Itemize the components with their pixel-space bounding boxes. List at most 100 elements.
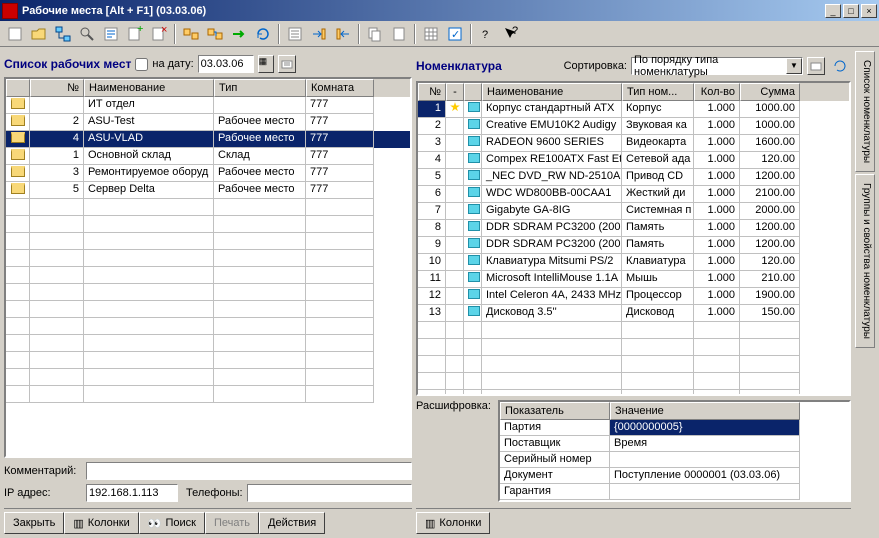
comment-input[interactable] [86,462,412,480]
chevron-down-icon[interactable]: ▼ [786,58,802,74]
table-row[interactable]: 1Корпус стандартный ATXКорпус1.0001000.0… [418,101,849,118]
table-row[interactable] [418,322,849,339]
detail-row[interactable]: ПоставщикВремя [500,436,849,452]
detail-row[interactable]: Серийный номер [500,452,849,468]
col-qty-r[interactable]: Кол-во [694,83,740,101]
col-type[interactable]: Тип [214,79,306,97]
col-room[interactable]: Комната [306,79,374,97]
table-row[interactable] [418,390,849,394]
table-row[interactable] [418,356,849,373]
table-row[interactable]: 6WDC WD800BB-00CAA1Жесткий ди1.0002100.0… [418,186,849,203]
side-tab-nomenclature-list[interactable]: Список номенклатуры [855,51,875,172]
phones-input[interactable] [247,484,412,502]
pager-icon[interactable] [278,55,296,73]
close-window-button[interactable]: × [861,4,877,18]
columns-button-left[interactable]: ▥ Колонки [64,512,138,534]
table-row[interactable] [418,373,849,390]
minimize-button[interactable]: _ [825,4,841,18]
detail-col-val[interactable]: Значение [610,402,800,420]
col-name-r[interactable]: Наименование [482,83,622,101]
tool-settings-icon[interactable]: ✓ [444,23,466,45]
tool-open-icon[interactable] [28,23,50,45]
workplaces-grid[interactable]: № Наименование Тип Комната ИТ отдел7772A… [4,77,412,458]
pager-icon-right[interactable] [807,57,825,75]
tool-doc-icon[interactable] [388,23,410,45]
tool-tree-icon[interactable] [52,23,74,45]
tool-arrow-right-icon[interactable] [228,23,250,45]
table-row[interactable]: 9DDR SDRAM PC3200 (200Память1.0001200.00 [418,237,849,254]
table-row[interactable] [6,369,410,386]
table-row[interactable]: 11Microsoft IntelliMouse 1.1AМышь1.00021… [418,271,849,288]
tool-find-icon[interactable] [76,23,98,45]
ip-input[interactable] [86,484,178,502]
tool-link2-icon[interactable] [204,23,226,45]
tool-copy-icon[interactable] [364,23,386,45]
print-button[interactable]: Печать [205,512,259,534]
table-row[interactable]: 5Сервер DeltaРабочее место777 [6,182,410,199]
maximize-button[interactable]: □ [843,4,859,18]
table-row[interactable] [6,216,410,233]
date-input[interactable] [198,55,254,73]
search-button[interactable]: 👀 Поиск [139,512,205,534]
table-row[interactable] [6,335,410,352]
col-num-r[interactable]: № [418,83,446,101]
table-row[interactable]: 2Creative EMU10K2 AudigyЗвуковая ка1.000… [418,118,849,135]
table-row[interactable]: 10Клавиатура Mitsumi PS/2Клавиатура1.000… [418,254,849,271]
table-row[interactable]: 4ASU-VLADРабочее место777 [6,131,410,148]
tool-link1-icon[interactable] [180,23,202,45]
detail-row[interactable]: ДокументПоступление 0000001 (03.03.06) [500,468,849,484]
table-row[interactable]: 3Ремонтируемое оборудРабочее место777 [6,165,410,182]
col-name[interactable]: Наименование [84,79,214,97]
detail-row[interactable]: Партия{0000000005} [500,420,849,436]
detail-label: Расшифровка: [416,400,494,412]
table-row[interactable] [6,318,410,335]
table-row[interactable] [6,250,410,267]
tool-new-icon[interactable] [4,23,26,45]
tool-add-icon[interactable]: + [124,23,146,45]
table-row[interactable] [6,352,410,369]
refresh-right-icon[interactable] [829,55,851,77]
table-row[interactable]: 1Основной складСклад777 [6,148,410,165]
table-row[interactable]: 8DDR SDRAM PC3200 (200Память1.0001200.00 [418,220,849,237]
col-num[interactable]: № [30,79,84,97]
date-picker-button[interactable]: ▦ [258,55,274,73]
tool-grid-icon[interactable] [420,23,442,45]
sort-combo[interactable]: По порядку типа номенклатуры ▼ [631,57,803,75]
detail-grid[interactable]: Показатель Значение Партия{0000000005}По… [498,400,851,502]
tool-refresh-icon[interactable] [252,23,274,45]
table-row[interactable]: 5_NEC DVD_RW ND-2510AПривод CD1.0001200.… [418,169,849,186]
detail-col-key[interactable]: Показатель [500,402,610,420]
workplaces-panel: Список рабочих мест на дату: ▦ № Наимено… [4,51,412,534]
tool-whatsthis-icon[interactable]: ? [500,23,522,45]
table-row[interactable]: ИТ отдел777 [6,97,410,114]
table-row[interactable] [418,339,849,356]
table-row[interactable] [6,199,410,216]
table-row[interactable] [6,233,410,250]
col-sum-r[interactable]: Сумма [740,83,800,101]
tool-list-icon[interactable] [284,23,306,45]
table-row[interactable]: 12Intel Celeron 4A, 2433 MHzПроцессор1.0… [418,288,849,305]
table-row[interactable] [6,386,410,403]
table-row[interactable] [6,267,410,284]
tool-export-icon[interactable] [308,23,330,45]
actions-button[interactable]: Действия [259,512,325,534]
tool-edit-icon[interactable] [100,23,122,45]
table-row[interactable]: 3RADEON 9600 SERIESВидеокарта1.0001600.0… [418,135,849,152]
col-type-r[interactable]: Тип ном... [622,83,694,101]
table-row[interactable]: 13Дисковод 3.5''Дисковод1.000150.00 [418,305,849,322]
columns-button-right[interactable]: ▥ Колонки [416,512,490,534]
side-tab-groups-props[interactable]: Группы и свойства номенклатуры [855,174,875,348]
table-row[interactable]: 2ASU-TestРабочее место777 [6,114,410,131]
tool-help-icon[interactable]: ? [476,23,498,45]
table-row[interactable]: 7Gigabyte GA-8IGСистемная п1.0002000.00 [418,203,849,220]
detail-row[interactable]: Гарантия [500,484,849,500]
table-row[interactable]: 4Compex RE100ATX Fast EtСетевой ада1.000… [418,152,849,169]
col-flag-r[interactable]: - [446,83,464,101]
table-row[interactable] [6,284,410,301]
date-checkbox[interactable] [135,58,148,71]
tool-import-icon[interactable] [332,23,354,45]
close-button[interactable]: Закрыть [4,512,64,534]
table-row[interactable] [6,301,410,318]
nomenclature-grid[interactable]: № - Наименование Тип ном... Кол-во Сумма… [416,81,851,396]
tool-delete-icon[interactable]: × [148,23,170,45]
